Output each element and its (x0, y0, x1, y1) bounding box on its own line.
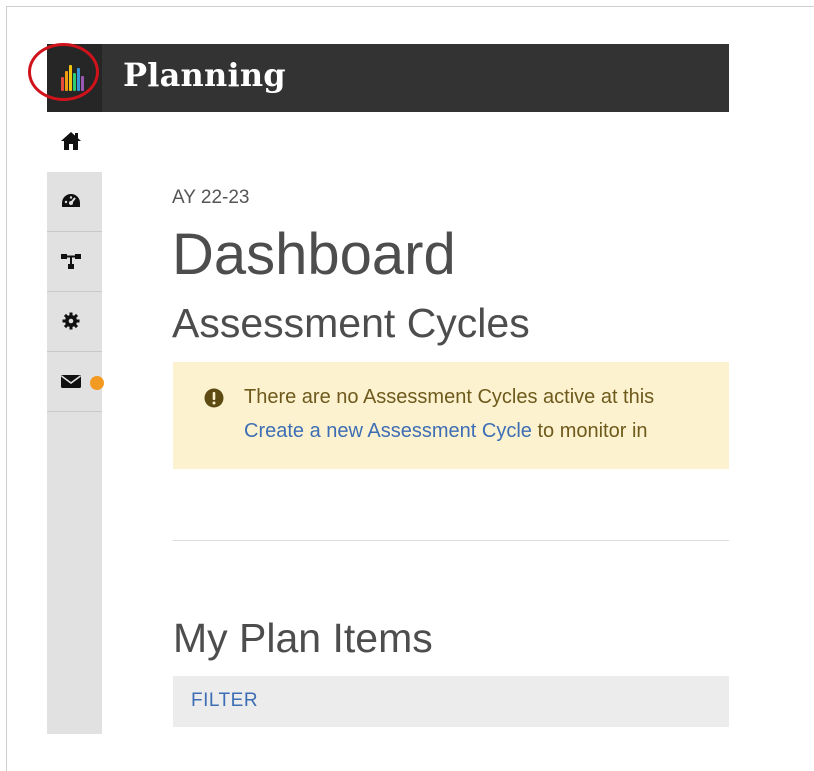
sitemap-icon (61, 254, 81, 269)
dashboard-gauge-icon (62, 194, 80, 207)
home-icon (61, 132, 81, 150)
sidebar-item-home[interactable] (47, 112, 102, 172)
no-active-cycles-alert: There are no Assessment Cycles active at… (173, 362, 729, 469)
app-title: Planning (123, 56, 286, 94)
filter-toggle[interactable]: FILTER (191, 690, 258, 712)
sidebar-item-settings[interactable] (47, 292, 102, 352)
create-assessment-cycle-link[interactable]: Create a new Assessment Cycle (244, 420, 532, 442)
filter-bar: FILTER (173, 676, 729, 727)
notification-dot (90, 376, 104, 390)
academic-year-label: AY 22-23 (172, 187, 250, 208)
page-title: Dashboard (172, 222, 456, 287)
logo-highlight-circle (28, 43, 99, 101)
exclamation-circle-icon (204, 388, 224, 408)
sidebar-item-dashboard[interactable] (47, 172, 102, 232)
gear-icon (62, 312, 80, 330)
alert-message: There are no Assessment Cycles active at… (244, 386, 655, 408)
my-plan-items-heading: My Plan Items (173, 615, 433, 661)
alert-message-line2: Create a new Assessment Cycle to monitor… (244, 420, 648, 443)
alert-message-tail: to monitor in (531, 420, 648, 442)
assessment-cycles-heading: Assessment Cycles (172, 300, 530, 346)
sidebar-item-hierarchy[interactable] (47, 232, 102, 292)
envelope-icon (61, 375, 81, 388)
section-divider (173, 540, 729, 541)
left-sidebar (47, 112, 102, 734)
